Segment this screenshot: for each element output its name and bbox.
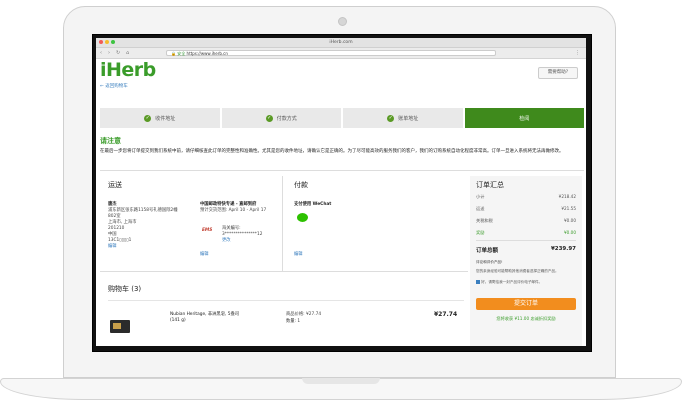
step-billing-address[interactable]: ✓ 账单地址 <box>343 108 463 128</box>
product-name[interactable]: Nubian Heritage, 非洲黑皂, 5盎司 (141 g) <box>170 312 244 324</box>
delivery-eta: 预计交货范围: April 10 - April 17 <box>200 208 267 213</box>
check-icon: ✓ <box>387 114 395 122</box>
review-email-checkbox-row[interactable]: 好。请寄给我一封产品评价电子邮件。 <box>476 280 576 285</box>
payment-method: 支付使用 WeChat <box>294 202 332 207</box>
edit-shipping-link[interactable]: 编辑 <box>108 244 203 250</box>
qty-label: 数量: <box>286 319 297 324</box>
lock-icon: 🔒 <box>171 51 176 56</box>
checkbox-label: 好。请寄给我一封产品评价电子邮件。 <box>481 280 543 284</box>
iherb-logo[interactable]: iHerb <box>100 59 156 81</box>
notice-title: 请注意 <box>100 137 121 145</box>
address-bar: ‹ › ↻ ⌂ 🔒 安全 https://www.iherb.cn ⋮ <box>96 48 586 59</box>
summary-row-shipping: 运送 ¥21.55 <box>476 206 576 212</box>
help-button[interactable]: 需要帮助? <box>538 67 578 79</box>
row-value: ¥21.55 <box>561 206 576 211</box>
secure-label: 安全 <box>177 51 186 56</box>
loyalty-reward-text: 您将收获 ¥11.00 忠诚折扣奖励 <box>496 316 556 321</box>
laptop-screen: iHerb.com ‹ › ↻ ⌂ 🔒 安全 https://www.iherb… <box>92 34 592 352</box>
shipping-address: 唐杰 浦东新区张东路1158号礼德国际2幢 802室 上海市, 上海市 2012… <box>108 202 203 250</box>
shipping-title: 运送 <box>108 181 122 189</box>
summary-title: 订单汇总 <box>476 181 504 189</box>
total-value: ¥239.97 <box>550 246 576 252</box>
shipping-method: 中国邮政特快专递 - 直邮到府 预计交货范围: April 10 - April… <box>200 202 274 214</box>
summary-row-rewards: 奖励 ¥0.00 <box>476 230 576 236</box>
row-value: ¥218.42 <box>558 194 576 199</box>
row-label: 关税和税 <box>476 218 493 223</box>
laptop-notch <box>302 378 380 384</box>
cart-title: 购物车 (3) <box>108 285 142 293</box>
edit-shipping-method-link[interactable]: 编辑 <box>200 252 209 258</box>
divider <box>476 240 576 241</box>
summary-row-tax: 关税和税 ¥0.00 <box>476 218 576 224</box>
menu-icon[interactable]: ⋮ <box>575 49 580 57</box>
column-divider <box>282 176 283 271</box>
row-value: ¥0.00 <box>564 218 576 223</box>
back-arrow-icon[interactable]: ‹ <box>100 49 102 57</box>
step-label: 收件地址 <box>155 115 176 122</box>
step-review[interactable]: 检阅 <box>464 108 584 128</box>
step-label: 账单地址 <box>398 115 419 122</box>
step-payment-method[interactable]: ✓ 付款方式 <box>221 108 341 128</box>
forward-arrow-icon[interactable]: › <box>108 49 110 57</box>
url-text: https://www.iherb.cn <box>186 51 228 56</box>
divider <box>108 300 464 301</box>
checkbox[interactable] <box>476 280 480 284</box>
row-label: 奖励 <box>476 230 485 235</box>
product-qty-row: 数量: 1 <box>286 319 300 325</box>
notice-text: 在最后一步您将订单提交到我们系统中前，请仔细核查此订单的完整性和准确性。尤其是您… <box>100 149 564 154</box>
check-icon: ✓ <box>265 114 273 122</box>
step-shipping-address[interactable]: ✓ 收件地址 <box>100 108 220 128</box>
row-value: ¥0.00 <box>564 230 576 235</box>
browser-window: iHerb.com ‹ › ↻ ⌂ 🔒 安全 https://www.iherb… <box>96 38 586 346</box>
wechat-icon <box>297 213 308 222</box>
camera-icon <box>338 17 347 26</box>
ems-icon: EMS <box>202 228 213 233</box>
price-value: ¥27.74 <box>306 312 322 317</box>
review-text: 您的亲身经验可能帮助其他消费者选择正确的产品。 <box>476 269 559 273</box>
product-price-row: 商品价格: ¥27.74 <box>286 312 321 318</box>
check-icon: ✓ <box>144 114 152 122</box>
divider <box>100 170 584 171</box>
order-total: 订单总额 ¥239.97 <box>476 246 576 254</box>
back-to-cart-link[interactable]: ← 返回购物车 <box>100 83 128 89</box>
summary-row-subtotal: 小计 ¥218.42 <box>476 194 576 200</box>
step-label: 付款方式 <box>276 115 297 122</box>
review-title: 评论和评价产品! <box>476 260 503 264</box>
line-total: ¥27.74 <box>434 311 458 318</box>
home-icon[interactable]: ⌂ <box>126 49 129 57</box>
total-label: 订单总额 <box>476 248 499 254</box>
reload-icon[interactable]: ↻ <box>116 49 120 57</box>
price-label: 商品价格: <box>286 312 305 317</box>
url-field[interactable]: 🔒 安全 https://www.iherb.cn <box>166 50 496 56</box>
checkout-steps: ✓ 收件地址 ✓ 付款方式 ✓ 账单地址 检阅 <box>100 108 584 128</box>
submit-order-button[interactable]: 提交订单 <box>476 298 576 310</box>
order-summary: 订单汇总 小计 ¥218.42 运送 ¥21.55 关税和税 ¥0.00 奖励 ¥0.0… <box>470 176 582 346</box>
payment-title: 付款 <box>294 181 308 189</box>
divider <box>100 271 468 272</box>
tab-title[interactable]: iHerb.com <box>96 38 586 47</box>
browser-titlebar: iHerb.com <box>96 38 586 48</box>
product-image[interactable] <box>110 320 130 333</box>
edit-payment-link[interactable]: 编辑 <box>294 252 303 258</box>
row-label: 运送 <box>476 206 485 211</box>
step-label: 检阅 <box>519 115 530 122</box>
qty-value: 1 <box>297 319 301 324</box>
row-label: 小计 <box>476 194 485 199</box>
